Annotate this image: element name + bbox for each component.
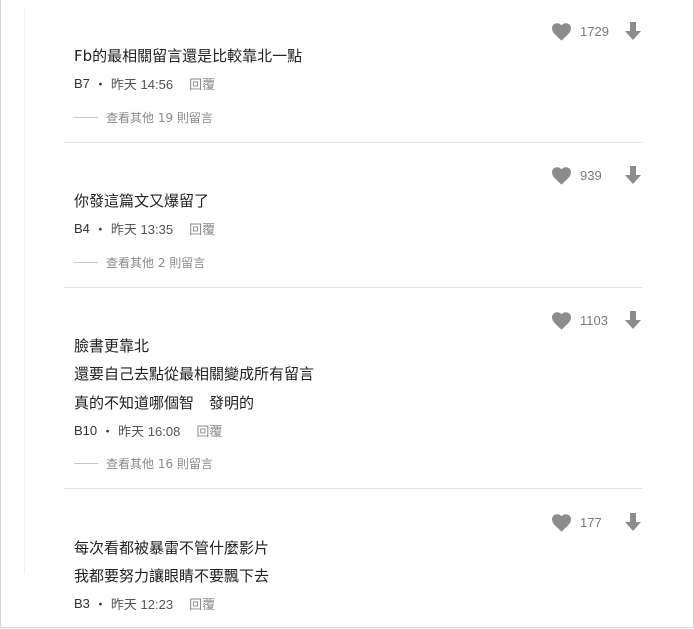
comment-time: 昨天 16:08 bbox=[118, 424, 181, 439]
floor-number: B4 bbox=[74, 221, 90, 236]
divider bbox=[64, 488, 642, 489]
view-more-replies[interactable]: 查看其他 19 則留言 bbox=[74, 109, 213, 126]
more-replies-label: 查看其他 2 則留言 bbox=[106, 256, 206, 270]
divider bbox=[64, 142, 642, 143]
reply-button[interactable]: 回覆 bbox=[189, 219, 215, 238]
meta-separator: ・ bbox=[93, 222, 107, 237]
comment-item: 1729 Fb的最相關留言還是比較靠北一點 B7 ・ 昨天 14:56 回覆 查… bbox=[42, 8, 642, 140]
more-replies-label: 查看其他 16 則留言 bbox=[106, 457, 213, 471]
comment-text-line: 真的不知道哪個智 發明的 bbox=[74, 394, 255, 412]
comment-meta: B3 ・ 昨天 12:23 回覆 bbox=[74, 594, 215, 613]
arrow-down-icon[interactable] bbox=[624, 310, 642, 330]
more-replies-line bbox=[74, 117, 98, 118]
comment-time: 昨天 12:23 bbox=[110, 597, 174, 612]
comment-actions: 1729 bbox=[551, 20, 642, 42]
meta-separator: ・ bbox=[93, 597, 107, 612]
comment-item: 939 你發這篇文又爆留了 B4 ・ 昨天 13:35 回覆 查看其他 2 則留… bbox=[64, 156, 642, 286]
reply-button[interactable]: 回覆 bbox=[189, 74, 215, 93]
comment-time: 昨天 14:56 bbox=[110, 77, 174, 92]
comment-actions: 1103 bbox=[551, 309, 642, 331]
arrow-down-icon[interactable] bbox=[624, 512, 642, 532]
like-count: 1729 bbox=[580, 23, 609, 39]
like-count: 1103 bbox=[580, 312, 608, 328]
reply-button[interactable]: 回覆 bbox=[196, 421, 222, 440]
comment-time: 昨天 13:35 bbox=[110, 222, 174, 237]
more-replies-line bbox=[74, 463, 98, 464]
view-more-replies[interactable]: 查看其他 2 則留言 bbox=[74, 254, 205, 271]
like-count: 177 bbox=[580, 514, 602, 530]
comment-text-line: 每次看都被暴雷不管什麼影片 bbox=[74, 539, 270, 557]
more-replies-label: 查看其他 19 則留言 bbox=[106, 111, 213, 125]
comment-meta: B4 ・ 昨天 13:35 回覆 bbox=[74, 219, 215, 238]
more-replies-line bbox=[74, 262, 98, 263]
comment-actions: 939 bbox=[551, 164, 642, 186]
comment-item: 1103 臉書更靠北 還要自己去點從最相關變成所有留言 真的不知道哪個智 發明的… bbox=[64, 300, 642, 486]
arrow-down-icon[interactable] bbox=[624, 21, 642, 41]
meta-separator: ・ bbox=[93, 77, 107, 92]
comment-actions: 177 bbox=[551, 511, 642, 533]
floor-number: B7 bbox=[74, 76, 90, 91]
comment-text: Fb的最相關留言還是比較靠北一點 bbox=[74, 47, 303, 65]
comment-meta: B10 ・ 昨天 16:08 回覆 bbox=[74, 421, 222, 440]
view-more-replies[interactable]: 查看其他 16 則留言 bbox=[74, 455, 213, 472]
heart-icon[interactable] bbox=[551, 513, 572, 532]
comment-text-line: 還要自己去點從最相關變成所有留言 bbox=[74, 365, 315, 383]
arrow-down-icon[interactable] bbox=[624, 165, 642, 185]
heart-icon[interactable] bbox=[551, 22, 572, 41]
like-count: 939 bbox=[580, 167, 602, 183]
redaction-mask bbox=[26, 10, 66, 575]
redacted-author bbox=[42, 8, 108, 34]
meta-separator: ・ bbox=[101, 424, 115, 439]
comment-text-line: 臉書更靠北 bbox=[74, 337, 150, 355]
comment-meta: B7 ・ 昨天 14:56 回覆 bbox=[74, 74, 215, 93]
heart-icon[interactable] bbox=[551, 311, 572, 330]
comment-text-line: 我都要努力讓眼睛不要飄下去 bbox=[74, 567, 270, 585]
divider bbox=[64, 287, 642, 288]
floor-number: B3 bbox=[74, 596, 90, 611]
panel-edge bbox=[24, 8, 25, 574]
comment-item: 177 每次看都被暴雷不管什麼影片 我都要努力讓眼睛不要飄下去 B3 ・ 昨天 … bbox=[64, 502, 642, 622]
floor-number: B10 bbox=[74, 423, 98, 438]
reply-button[interactable]: 回覆 bbox=[189, 594, 215, 613]
heart-icon[interactable] bbox=[551, 166, 572, 185]
comment-text: 你發這篇文又爆留了 bbox=[74, 192, 210, 210]
